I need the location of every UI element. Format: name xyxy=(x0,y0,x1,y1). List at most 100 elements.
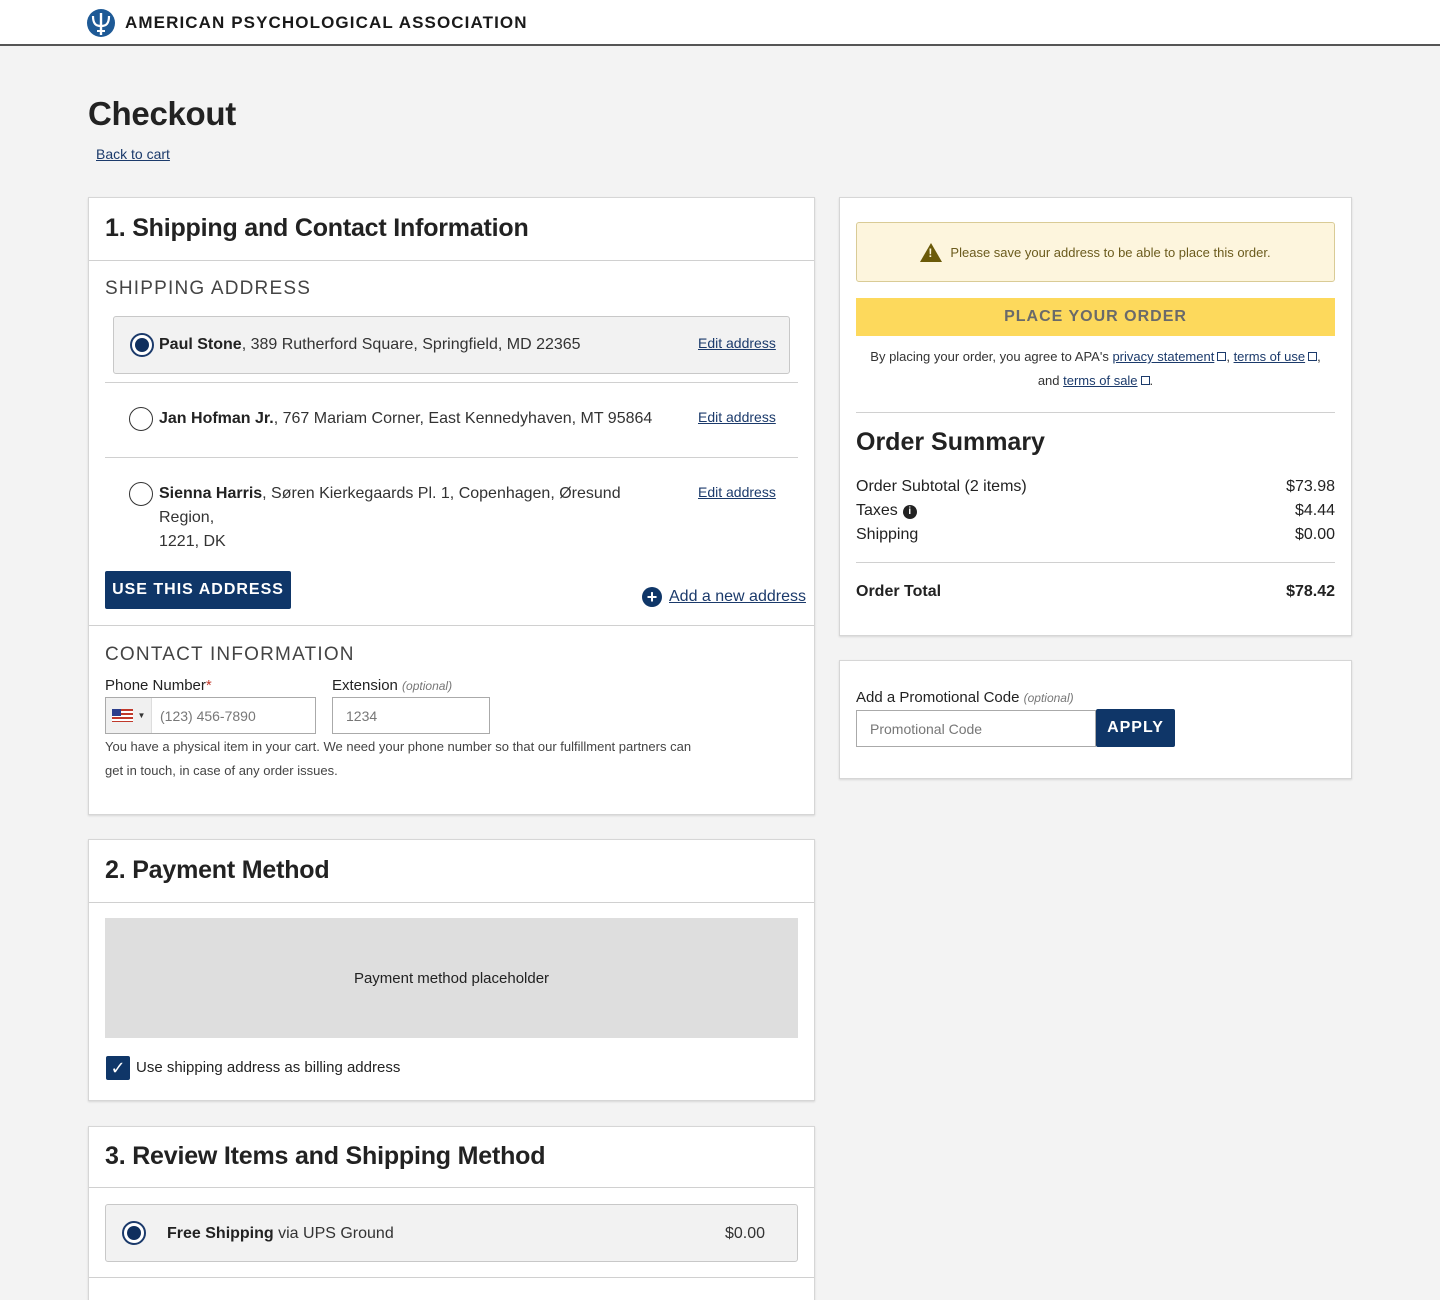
phone-help-text-line-2: get in touch, in case of any order issue… xyxy=(105,763,338,778)
divider xyxy=(89,1277,814,1278)
address-warning-text: Please save your address to be able to p… xyxy=(950,244,1271,260)
payment-method-placeholder: Payment method placeholder xyxy=(105,918,798,1038)
order-total-label: Order Total xyxy=(856,583,942,600)
terms-of-sale-link[interactable]: terms of sale xyxy=(1063,373,1137,388)
subtotal-row: Order Subtotal (2 items) $73.98 xyxy=(856,478,1335,496)
extension-optional-hint: (optional) xyxy=(402,679,453,693)
address-name-1: Paul Stone xyxy=(159,336,242,353)
order-total-value: $78.42 xyxy=(1286,583,1335,600)
address-radio-3[interactable] xyxy=(129,482,153,506)
phone-help-text-line-1: You have a physical item in your cart. W… xyxy=(105,739,692,754)
apa-logo[interactable]: AMERICAN PSYCHOLOGICAL ASSOCIATION xyxy=(86,8,528,38)
payment-method-card: 2. Payment Method Payment method placeho… xyxy=(88,839,815,1101)
taxes-label-wrap: Taxes i xyxy=(856,502,917,520)
add-new-address-label: Add a new address xyxy=(669,588,806,605)
shipping-option-radio[interactable] xyxy=(122,1221,146,1245)
subtotal-label: Order Subtotal (2 items) xyxy=(856,478,1027,495)
address-name-2: Jan Hofman Jr. xyxy=(159,410,274,427)
external-link-icon xyxy=(1217,352,1227,361)
terms-of-use-link[interactable]: terms of use xyxy=(1234,349,1306,364)
divider xyxy=(856,562,1335,563)
promo-optional-hint: (optional) xyxy=(1023,691,1074,705)
address-text-1: Paul Stone, 389 Rutherford Square, Sprin… xyxy=(159,333,581,357)
extension-placeholder: 1234 xyxy=(346,707,378,724)
address-line-2: , 767 Mariam Corner, East Kennedyhaven, … xyxy=(273,410,653,427)
phone-help-text: You have a physical item in your cart. W… xyxy=(105,735,795,783)
phone-number-input[interactable]: ▼ (123) 456-7890 xyxy=(105,697,316,734)
order-summary-card: Please save your address to be able to p… xyxy=(839,197,1352,636)
divider xyxy=(89,260,814,261)
order-agreement-text: By placing your order, you agree to APA'… xyxy=(870,349,1321,388)
extension-input[interactable]: 1234 xyxy=(332,697,490,734)
edit-address-link-3[interactable]: Edit address xyxy=(698,484,776,500)
apa-logo-icon xyxy=(87,9,115,37)
address-radio-1[interactable] xyxy=(130,333,154,357)
address-text-2: Jan Hofman Jr., 767 Mariam Corner, East … xyxy=(159,407,652,431)
extension-label-text: Extension xyxy=(332,677,398,694)
address-option-3[interactable]: Sienna Harris, Søren Kierkegaards Pl. 1,… xyxy=(105,465,798,550)
promo-code-placeholder: Promotional Code xyxy=(870,720,983,737)
divider xyxy=(856,412,1335,413)
shipping-row: Shipping $0.00 xyxy=(856,526,1335,544)
address-text-3: Sienna Harris, Søren Kierkegaards Pl. 1,… xyxy=(159,482,679,554)
address-line-3b: 1221, DK xyxy=(159,533,226,550)
taxes-row: Taxes i $4.44 xyxy=(856,502,1335,520)
billing-address-checkbox[interactable]: ✓ xyxy=(106,1056,130,1080)
external-link-icon xyxy=(1308,352,1318,361)
apply-promo-button[interactable]: APPLY xyxy=(1096,709,1175,747)
divider xyxy=(89,902,814,903)
divider xyxy=(105,382,798,383)
order-summary-title: Order Summary xyxy=(856,428,1045,456)
shipping-value: $0.00 xyxy=(1294,526,1335,543)
edit-address-link-2[interactable]: Edit address xyxy=(698,409,776,425)
address-line-1: , 389 Rutherford Square, Springfield, MD… xyxy=(241,336,581,353)
add-new-address-link[interactable]: + Add a new address xyxy=(642,587,806,607)
shipping-option-free[interactable]: Free Shipping via UPS Ground $0.00 xyxy=(105,1204,798,1262)
use-this-address-button[interactable]: USE THIS ADDRESS xyxy=(105,571,291,609)
shipping-section-title: 1. Shipping and Contact Information xyxy=(105,214,529,242)
order-total-row: Order Total $78.42 xyxy=(856,583,1335,601)
warning-icon xyxy=(920,242,943,262)
info-icon[interactable]: i xyxy=(902,505,917,519)
site-header: AMERICAN PSYCHOLOGICAL ASSOCIATION xyxy=(0,0,1440,46)
edit-address-link-1[interactable]: Edit address xyxy=(698,335,776,351)
phone-number-label-text: Phone Number xyxy=(105,677,206,694)
address-warning-alert: Please save your address to be able to p… xyxy=(856,222,1335,282)
promo-code-input[interactable]: Promotional Code xyxy=(856,710,1096,747)
divider xyxy=(89,1187,814,1188)
country-code-selector[interactable]: ▼ xyxy=(106,698,152,733)
promo-code-label-text: Add a Promotional Code xyxy=(856,689,1020,706)
external-link-icon xyxy=(1140,376,1150,385)
review-items-card: 3. Review Items and Shipping Method Free… xyxy=(88,1126,815,1300)
agreement-prefix: By placing your order, you agree to APA'… xyxy=(870,349,1113,364)
billing-address-checkbox-label[interactable]: Use shipping address as billing address xyxy=(136,1059,400,1076)
divider xyxy=(89,625,814,626)
phone-number-label: Phone Number* xyxy=(105,677,212,694)
plus-circle-icon: + xyxy=(642,587,662,607)
address-name-3: Sienna Harris xyxy=(159,485,263,502)
shipping-label: Shipping xyxy=(856,526,919,543)
subtotal-value: $73.98 xyxy=(1286,478,1335,495)
review-section-title: 3. Review Items and Shipping Method xyxy=(105,1142,546,1170)
payment-section-title: 2. Payment Method xyxy=(105,856,330,884)
required-marker: * xyxy=(205,677,212,694)
check-icon: ✓ xyxy=(110,1057,126,1078)
address-option-2[interactable]: Jan Hofman Jr., 767 Mariam Corner, East … xyxy=(105,390,798,448)
address-radio-2[interactable] xyxy=(129,407,153,431)
shipping-option-price: $0.00 xyxy=(725,1225,766,1242)
extension-label: Extension (optional) xyxy=(332,677,452,694)
shipping-option-label: Free Shipping via UPS Ground xyxy=(167,1222,394,1246)
address-option-1[interactable]: Paul Stone, 389 Rutherford Square, Sprin… xyxy=(113,316,790,374)
shipping-address-label: SHIPPING ADDRESS xyxy=(105,278,312,299)
promo-code-card: Add a Promotional Code (optional) Promot… xyxy=(839,660,1352,779)
contact-information-label: CONTACT INFORMATION xyxy=(105,644,355,665)
taxes-label: Taxes xyxy=(856,502,898,519)
back-to-cart-link[interactable]: Back to cart xyxy=(96,146,170,162)
privacy-statement-link[interactable]: privacy statement xyxy=(1112,349,1214,364)
agreement-and: and xyxy=(1037,373,1064,388)
place-order-button[interactable]: PLACE YOUR ORDER xyxy=(856,298,1335,336)
shipping-option-name: Free Shipping xyxy=(167,1225,274,1242)
taxes-value: $4.44 xyxy=(1294,502,1335,519)
shipping-contact-card: 1. Shipping and Contact Information SHIP… xyxy=(88,197,815,815)
org-name: AMERICAN PSYCHOLOGICAL ASSOCIATION xyxy=(125,13,528,32)
